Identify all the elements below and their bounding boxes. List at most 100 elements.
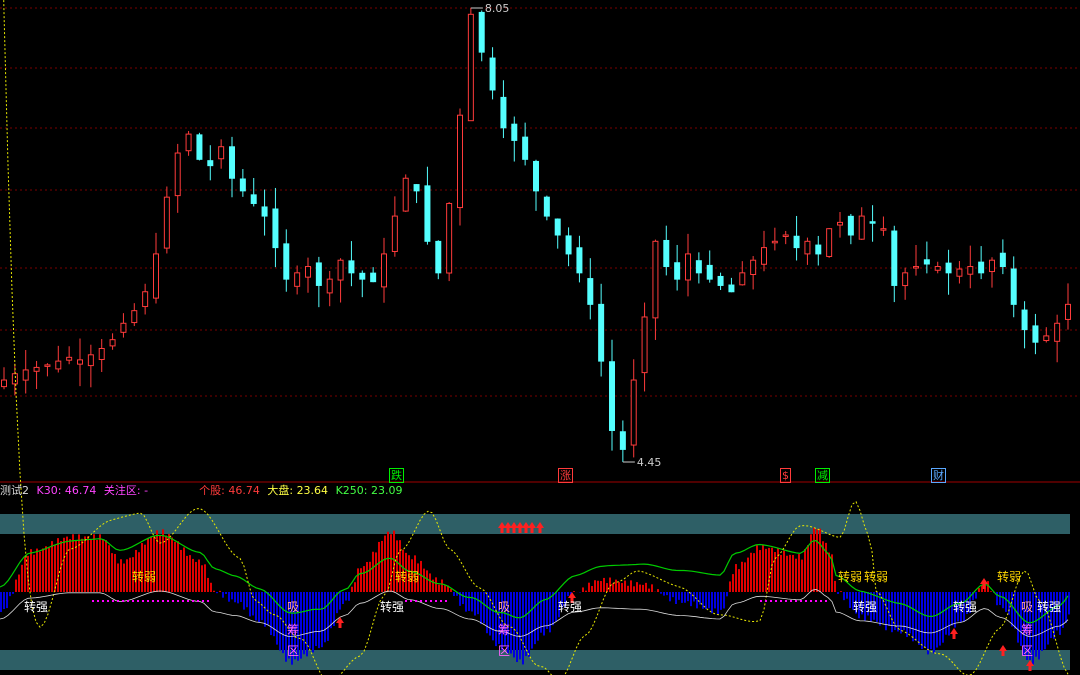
red-histogram-bar bbox=[789, 554, 791, 592]
red-histogram-bar bbox=[357, 568, 359, 592]
red-histogram-bar bbox=[603, 577, 605, 592]
blue-histogram-bar bbox=[234, 592, 236, 603]
blue-histogram-bar bbox=[690, 592, 692, 607]
red-histogram-bar bbox=[801, 559, 803, 592]
blue-histogram-bar bbox=[12, 592, 14, 594]
blue-histogram-bar bbox=[531, 592, 533, 649]
blue-histogram-bar bbox=[474, 592, 476, 616]
candle-body bbox=[652, 240, 659, 319]
event-marker-dollar[interactable]: $ bbox=[780, 468, 791, 483]
red-histogram-bar bbox=[54, 545, 56, 592]
red-histogram-bar bbox=[99, 534, 101, 592]
blue-histogram-bar bbox=[300, 592, 302, 659]
candle-body bbox=[619, 431, 626, 450]
red-histogram-bar bbox=[600, 581, 602, 592]
red-histogram-bar bbox=[633, 586, 635, 592]
stock-label: 个股: bbox=[199, 484, 225, 497]
blue-histogram-bar bbox=[660, 592, 662, 594]
red-histogram-bar bbox=[636, 582, 638, 592]
market-value: 23.64 bbox=[296, 484, 329, 497]
blue-histogram-bar bbox=[345, 592, 347, 601]
candle-body bbox=[229, 146, 235, 179]
blue-histogram-bar bbox=[948, 592, 950, 636]
blue-histogram-bar bbox=[1062, 592, 1064, 628]
blue-histogram-bar bbox=[555, 592, 557, 622]
red-histogram-bar bbox=[144, 544, 146, 592]
red-histogram-bar bbox=[372, 551, 374, 592]
blue-histogram-bar bbox=[471, 592, 473, 612]
blue-histogram-bar bbox=[528, 592, 530, 657]
blue-histogram-bar bbox=[258, 592, 260, 623]
blue-histogram-bar bbox=[0, 592, 2, 612]
event-marker-cai[interactable]: 财 bbox=[931, 468, 946, 483]
red-histogram-bar bbox=[141, 543, 143, 592]
red-histogram-bar bbox=[195, 561, 197, 592]
red-histogram-bar bbox=[426, 570, 428, 592]
blue-histogram-bar bbox=[924, 592, 926, 648]
blue-histogram-bar bbox=[348, 592, 350, 601]
red-histogram-bar bbox=[72, 534, 74, 592]
red-histogram-bar bbox=[180, 549, 182, 592]
label-xi: 吸 bbox=[498, 600, 511, 614]
red-histogram-bar bbox=[366, 562, 368, 592]
candle-body bbox=[261, 206, 268, 217]
label-chou: 筹 bbox=[287, 623, 300, 637]
red-histogram-bar bbox=[597, 580, 599, 592]
candle-body bbox=[511, 123, 518, 141]
red-histogram-bar bbox=[750, 552, 752, 592]
label-strong: 转强 bbox=[1037, 600, 1062, 614]
blue-histogram-bar bbox=[936, 592, 938, 648]
red-histogram-bar bbox=[618, 582, 620, 592]
candle-body bbox=[185, 133, 192, 152]
red-histogram-bar bbox=[588, 582, 590, 592]
red-histogram-bar bbox=[759, 550, 761, 592]
candle-body bbox=[337, 259, 344, 281]
label-qu: 区 bbox=[287, 644, 300, 658]
red-histogram-bar bbox=[450, 588, 452, 592]
event-marker-jian[interactable]: 减 bbox=[815, 468, 830, 483]
red-histogram-bar bbox=[765, 548, 767, 592]
label-strong: 转强 bbox=[558, 600, 583, 614]
candle-body bbox=[66, 356, 73, 361]
blue-histogram-bar bbox=[543, 592, 545, 636]
blue-histogram-bar bbox=[489, 592, 491, 636]
candle-body bbox=[793, 235, 800, 249]
candle-body bbox=[44, 364, 51, 367]
red-histogram-bar bbox=[66, 536, 68, 592]
event-marker-zhang[interactable]: 涨 bbox=[558, 468, 573, 483]
candle-body bbox=[771, 240, 778, 244]
red-histogram-bar bbox=[435, 577, 437, 592]
red-histogram-bar bbox=[48, 547, 50, 592]
red-histogram-bar bbox=[420, 560, 422, 592]
red-histogram-bar bbox=[81, 538, 83, 592]
candle-body bbox=[782, 234, 789, 237]
candle-body bbox=[196, 134, 203, 160]
candle-body bbox=[55, 360, 62, 370]
red-histogram-bar bbox=[441, 579, 443, 592]
blue-histogram-bar bbox=[228, 592, 230, 602]
label-weak: 转弱 bbox=[838, 570, 863, 584]
candle-body bbox=[826, 228, 833, 257]
red-histogram-bar bbox=[39, 551, 41, 592]
stock-chart: 8.05 4.45 bbox=[0, 0, 1080, 675]
blue-histogram-bar bbox=[567, 592, 569, 597]
blue-histogram-bar bbox=[1005, 592, 1007, 612]
blue-histogram-bar bbox=[312, 592, 314, 653]
red-histogram-bar bbox=[171, 537, 173, 592]
red-histogram-bar bbox=[753, 553, 755, 592]
candle-body bbox=[533, 160, 539, 192]
blue-histogram-bar bbox=[693, 592, 695, 602]
candle-body bbox=[98, 348, 105, 361]
event-marker-die[interactable]: 跌 bbox=[389, 468, 404, 483]
red-histogram-bar bbox=[93, 534, 95, 592]
candle-body bbox=[739, 272, 746, 286]
blue-histogram-bar bbox=[492, 592, 494, 641]
blue-histogram-bar bbox=[684, 592, 686, 603]
blue-histogram-bar bbox=[1011, 592, 1013, 627]
candle-body bbox=[847, 215, 854, 236]
red-histogram-bar bbox=[90, 538, 92, 592]
blue-histogram-bar bbox=[933, 592, 935, 654]
blue-histogram-bar bbox=[906, 592, 908, 638]
red-histogram-bar bbox=[381, 540, 383, 592]
red-histogram-bar bbox=[354, 582, 356, 592]
